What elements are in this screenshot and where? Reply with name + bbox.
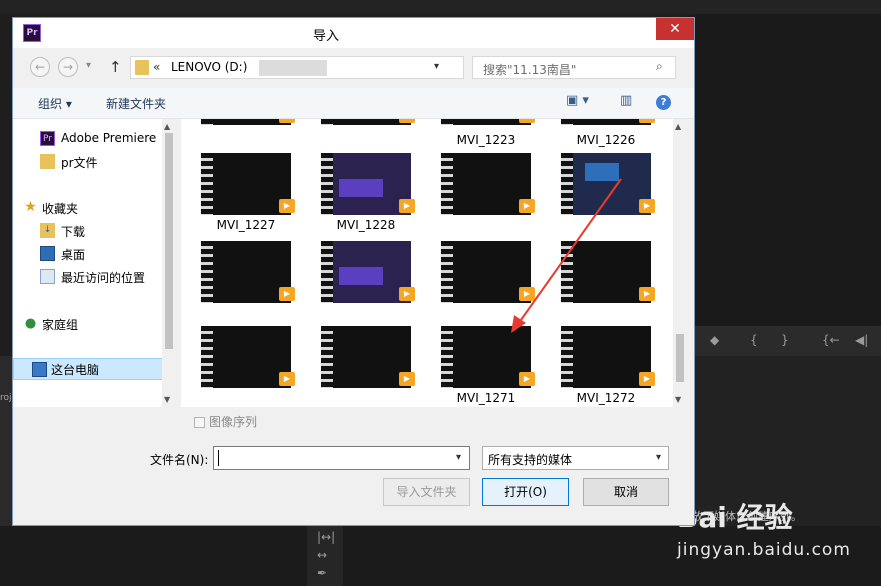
sidebar-item-label: 家庭组 bbox=[42, 318, 79, 332]
cancel-button[interactable]: 取消 bbox=[583, 478, 669, 506]
sidebar-item-label: 下载 bbox=[61, 225, 86, 239]
mark-in-icon[interactable]: { bbox=[750, 333, 758, 347]
sidebar-item-label: 收藏夹 bbox=[42, 202, 79, 216]
computer-icon bbox=[32, 362, 47, 377]
slip-tool-icon[interactable]: ↔ bbox=[317, 548, 327, 562]
breadcrumb-drive[interactable]: LENOVO (D:) bbox=[171, 60, 247, 74]
project-panel-label: roj bbox=[0, 393, 12, 403]
step-back-icon[interactable]: ◀| bbox=[855, 333, 868, 347]
sidebar-item-downloads[interactable]: ↓ 下载 bbox=[13, 220, 173, 242]
file-list-scrollbar[interactable]: ▲ ▼ bbox=[673, 119, 687, 407]
premiere-app-icon: Pr bbox=[23, 24, 41, 42]
sidebar-item-adobe-premiere[interactable]: Pr Adobe Premiere bbox=[13, 128, 173, 150]
recent-locations-icon[interactable]: ▾ bbox=[86, 60, 91, 71]
sidebar-item-pr-files[interactable]: pr文件 bbox=[13, 151, 173, 173]
sidebar-item-label: 最近访问的位置 bbox=[61, 271, 146, 285]
forward-button[interactable]: → bbox=[58, 57, 78, 77]
program-monitor-panel bbox=[695, 14, 881, 334]
chevron-down-icon[interactable]: ▾ bbox=[434, 61, 439, 72]
close-button[interactable]: ✕ bbox=[656, 18, 694, 40]
file-type-value: 所有支持的媒体 bbox=[488, 453, 573, 467]
scroll-up-icon[interactable]: ▲ bbox=[675, 122, 681, 131]
filename-label: 文件名(N): bbox=[150, 453, 209, 467]
folder-icon bbox=[40, 154, 55, 169]
desktop-icon bbox=[40, 246, 55, 261]
premiere-top-bar bbox=[0, 0, 881, 14]
navigation-bar: ← → ▾ ↑ « LENOVO (D:) ▾ ↻ 搜索"11.13南昌" ⌕ bbox=[13, 48, 694, 88]
dialog-title: 导入 bbox=[313, 29, 340, 44]
navigation-pane: Pr Adobe Premiere pr文件 ★ 收藏夹 ↓ 下载 桌面 最近访… bbox=[13, 119, 176, 407]
watermark-url: jingyan.baidu.com bbox=[677, 540, 851, 560]
sidebar-item-recent-places[interactable]: 最近访问的位置 bbox=[13, 266, 173, 288]
sidebar-item-label: pr文件 bbox=[61, 156, 98, 170]
scrollbar-thumb[interactable] bbox=[676, 334, 684, 382]
pen-tool-icon[interactable]: ✒ bbox=[317, 566, 327, 580]
text-caret bbox=[218, 450, 219, 466]
breadcrumb-overflow[interactable]: « bbox=[153, 60, 160, 74]
search-box[interactable]: 搜索"11.13南昌" ⌕ bbox=[472, 56, 676, 79]
scroll-down-icon[interactable]: ▼ bbox=[164, 395, 170, 404]
sidebar-item-desktop[interactable]: 桌面 bbox=[13, 243, 173, 265]
sidebar-item-favorites[interactable]: ★ 收藏夹 bbox=[13, 197, 173, 219]
filename-field[interactable]: ▾ bbox=[213, 446, 470, 470]
search-icon[interactable]: ⌕ bbox=[656, 59, 663, 74]
file-list: ▶ ▶ ▶ ▶ MVI_1223 MVI_1226 ▶ MVI_1227 bbox=[181, 119, 673, 407]
marker-icon[interactable]: ◆ bbox=[710, 333, 719, 347]
up-button[interactable]: ↑ bbox=[109, 58, 122, 76]
change-view-icon[interactable]: ▣ ▾ bbox=[566, 93, 589, 108]
baidu-watermark: Bai 经验 jingyan.baidu.com bbox=[672, 488, 872, 578]
scroll-up-icon[interactable]: ▲ bbox=[164, 122, 170, 131]
search-placeholder: 搜索"11.13南昌" bbox=[483, 63, 577, 77]
preview-pane-icon[interactable]: ▥ bbox=[620, 93, 632, 108]
image-sequence-checkbox[interactable]: 图像序列 bbox=[194, 413, 257, 430]
sidebar-item-label: 桌面 bbox=[61, 248, 86, 262]
scrollbar-thumb[interactable] bbox=[165, 133, 173, 349]
navigation-pane-scrollbar[interactable]: ▲ ▼ bbox=[162, 119, 176, 407]
dialog-titlebar: Pr 导入 ✕ bbox=[13, 18, 694, 48]
download-folder-icon: ↓ bbox=[40, 223, 55, 238]
monitor-toolbar: ◆ { } {← ◀| bbox=[695, 326, 881, 356]
recent-places-icon bbox=[40, 269, 55, 284]
sidebar-item-homegroup[interactable]: ● 家庭组 bbox=[13, 313, 173, 335]
star-icon: ★ bbox=[24, 199, 37, 215]
import-dialog: Pr 导入 ✕ ← → ▾ ↑ « LENOVO (D:) ▾ ↻ 搜索"11.… bbox=[12, 17, 695, 526]
premiere-icon: Pr bbox=[40, 131, 55, 146]
breadcrumb-obscured bbox=[259, 60, 327, 76]
address-bar[interactable]: « LENOVO (D:) ▾ ↻ bbox=[130, 56, 575, 79]
image-sequence-label: 图像序列 bbox=[209, 415, 258, 429]
command-bar: 组织 ▾ 新建文件夹 ▣ ▾ ▥ ? bbox=[13, 88, 694, 119]
organize-button[interactable]: 组织 ▾ bbox=[38, 95, 72, 112]
ripple-edit-icon[interactable]: |↔| bbox=[317, 530, 335, 544]
folder-icon bbox=[135, 60, 149, 75]
back-button[interactable]: ← bbox=[30, 57, 50, 77]
sidebar-item-label: 这台电脑 bbox=[51, 363, 100, 377]
mark-out-icon[interactable]: } bbox=[781, 333, 789, 347]
annotation-arrow bbox=[511, 178, 622, 333]
help-icon[interactable]: ? bbox=[656, 95, 671, 110]
checkbox-box[interactable] bbox=[194, 417, 205, 428]
new-folder-button[interactable]: 新建文件夹 bbox=[106, 95, 166, 112]
file-type-filter[interactable]: 所有支持的媒体 ▾ bbox=[482, 446, 669, 470]
open-button[interactable]: 打开(O) bbox=[482, 478, 569, 506]
homegroup-icon: ● bbox=[24, 316, 37, 331]
scroll-down-icon[interactable]: ▼ bbox=[675, 395, 681, 404]
tools-panel: |↔| ↔ ✒ bbox=[307, 526, 343, 586]
import-folder-button[interactable]: 导入文件夹 bbox=[383, 478, 470, 506]
chevron-down-icon[interactable]: ▾ bbox=[456, 452, 461, 463]
chevron-down-icon[interactable]: ▾ bbox=[656, 452, 661, 463]
sidebar-item-this-pc[interactable]: 这台电脑 bbox=[13, 358, 173, 380]
go-to-in-icon[interactable]: {← bbox=[822, 333, 840, 347]
sidebar-item-label: Adobe Premiere bbox=[61, 131, 157, 145]
project-panel-edge bbox=[0, 356, 12, 526]
